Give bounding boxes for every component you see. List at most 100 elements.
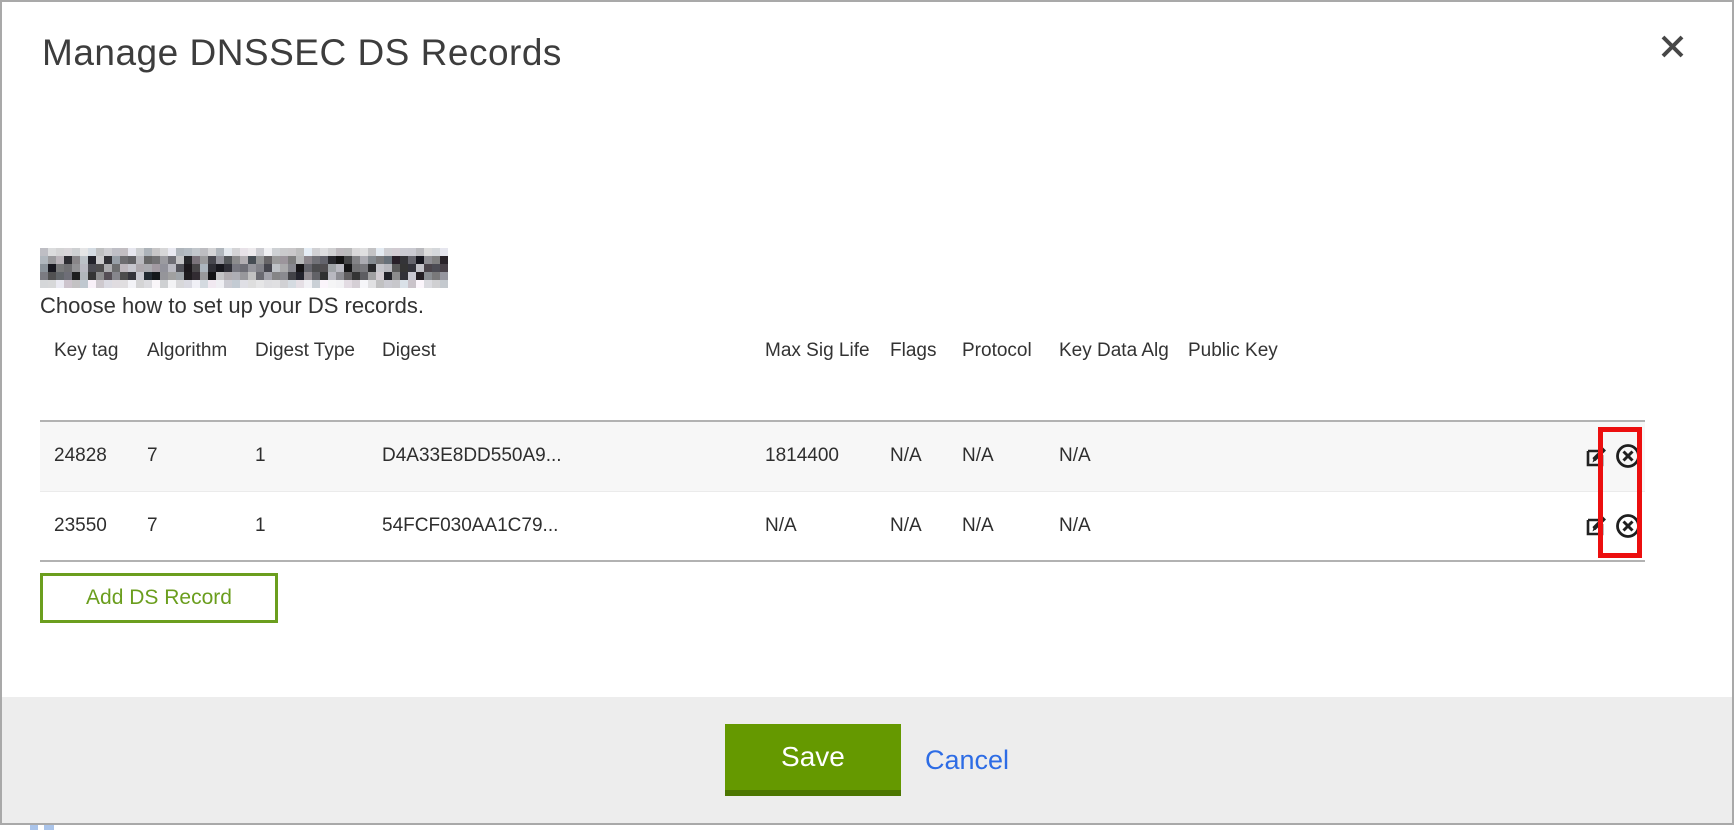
pixel-block bbox=[424, 248, 432, 256]
pixel-block bbox=[144, 272, 152, 280]
pixel-block bbox=[256, 272, 264, 280]
pixel-block bbox=[320, 280, 328, 288]
pixel-block bbox=[440, 272, 448, 280]
pixel-block bbox=[104, 256, 112, 264]
pixel-block bbox=[128, 264, 136, 272]
pixel-block bbox=[152, 256, 160, 264]
edit-icon[interactable] bbox=[1584, 513, 1609, 538]
pixel-block bbox=[112, 280, 120, 288]
pixel-block bbox=[152, 248, 160, 256]
column-header: Algorithm bbox=[133, 332, 241, 421]
pixel-block bbox=[360, 272, 368, 280]
pixel-block bbox=[64, 272, 72, 280]
pixel-block bbox=[344, 264, 352, 272]
pixel-block bbox=[432, 264, 440, 272]
pixel-block bbox=[40, 280, 48, 288]
pixel-block bbox=[240, 248, 248, 256]
add-ds-record-button[interactable]: Add DS Record bbox=[40, 573, 278, 623]
pixel-block bbox=[56, 248, 64, 256]
pixel-block bbox=[288, 264, 296, 272]
pixel-block bbox=[160, 264, 168, 272]
column-header: Key Data Alg bbox=[1045, 332, 1174, 421]
pixel-block bbox=[376, 264, 384, 272]
pixel-block bbox=[128, 256, 136, 264]
pixel-block bbox=[104, 280, 112, 288]
pixel-block bbox=[136, 264, 144, 272]
pixel-block bbox=[400, 272, 408, 280]
pixel-block bbox=[248, 280, 256, 288]
pixel-block bbox=[416, 248, 424, 256]
pixel-block bbox=[248, 248, 256, 256]
column-header: Max Sig Life bbox=[751, 332, 876, 421]
pixel-block bbox=[360, 280, 368, 288]
column-header: Digest bbox=[368, 332, 751, 421]
pixel-block bbox=[400, 248, 408, 256]
pixel-block bbox=[384, 248, 392, 256]
pixel-block bbox=[264, 280, 272, 288]
delete-icon[interactable] bbox=[1615, 443, 1641, 469]
pixel-block bbox=[384, 264, 392, 272]
pixel-block bbox=[216, 264, 224, 272]
table-cell: N/A bbox=[751, 491, 876, 561]
table-cell: 54FCF030AA1C79... bbox=[368, 491, 751, 561]
delete-glyph bbox=[1615, 513, 1641, 539]
pixel-block bbox=[408, 248, 416, 256]
pixel-block bbox=[168, 248, 176, 256]
pixel-block bbox=[432, 272, 440, 280]
pixel-block bbox=[56, 272, 64, 280]
pixel-block bbox=[224, 248, 232, 256]
pixel-block bbox=[384, 280, 392, 288]
pixel-block bbox=[176, 264, 184, 272]
pixel-block bbox=[72, 280, 80, 288]
dialog-footer: Save Cancel bbox=[2, 697, 1732, 823]
pixel-block bbox=[272, 272, 280, 280]
table-cell: 23550 bbox=[40, 491, 133, 561]
pixel-block bbox=[72, 272, 80, 280]
pixel-block bbox=[184, 264, 192, 272]
table-cell bbox=[1174, 491, 1551, 561]
pixel-block bbox=[120, 264, 128, 272]
pixel-block bbox=[64, 264, 72, 272]
pixel-block bbox=[256, 264, 264, 272]
column-header: Key tag bbox=[40, 332, 133, 421]
pixel-block bbox=[152, 280, 160, 288]
pixel-block bbox=[232, 264, 240, 272]
pixel-block bbox=[88, 256, 96, 264]
save-button[interactable]: Save bbox=[725, 724, 901, 796]
pixel-block bbox=[96, 248, 104, 256]
delete-icon[interactable] bbox=[1615, 513, 1641, 539]
pixel-block bbox=[272, 256, 280, 264]
pixel-block bbox=[40, 256, 48, 264]
table-cell: 1 bbox=[241, 421, 368, 491]
pixel-block bbox=[280, 280, 288, 288]
pixel-block bbox=[344, 272, 352, 280]
pixel-block bbox=[88, 264, 96, 272]
pixel-block bbox=[56, 256, 64, 264]
table-cell: N/A bbox=[1045, 421, 1174, 491]
table-cell: 24828 bbox=[40, 421, 133, 491]
pixel-block bbox=[128, 280, 136, 288]
pixel-block bbox=[440, 280, 448, 288]
pixel-block bbox=[240, 256, 248, 264]
pixel-block bbox=[192, 256, 200, 264]
pixel-block bbox=[40, 248, 48, 256]
pixel-block bbox=[376, 248, 384, 256]
pixel-block bbox=[112, 264, 120, 272]
pixel-block bbox=[360, 264, 368, 272]
cancel-link[interactable]: Cancel bbox=[925, 745, 1009, 776]
pixel-block bbox=[336, 264, 344, 272]
pixel-block bbox=[432, 280, 440, 288]
close-icon[interactable] bbox=[1650, 24, 1694, 68]
pixel-block bbox=[248, 256, 256, 264]
table-cell: N/A bbox=[948, 421, 1045, 491]
row-actions-cell bbox=[1551, 421, 1645, 491]
pixel-block bbox=[64, 256, 72, 264]
pixel-block bbox=[264, 272, 272, 280]
edit-icon[interactable] bbox=[1584, 444, 1609, 469]
pixel-block bbox=[184, 272, 192, 280]
pixel-block bbox=[232, 256, 240, 264]
pixel-block bbox=[328, 264, 336, 272]
pixel-block bbox=[80, 280, 88, 288]
pixel-block bbox=[328, 280, 336, 288]
pixel-block bbox=[200, 264, 208, 272]
